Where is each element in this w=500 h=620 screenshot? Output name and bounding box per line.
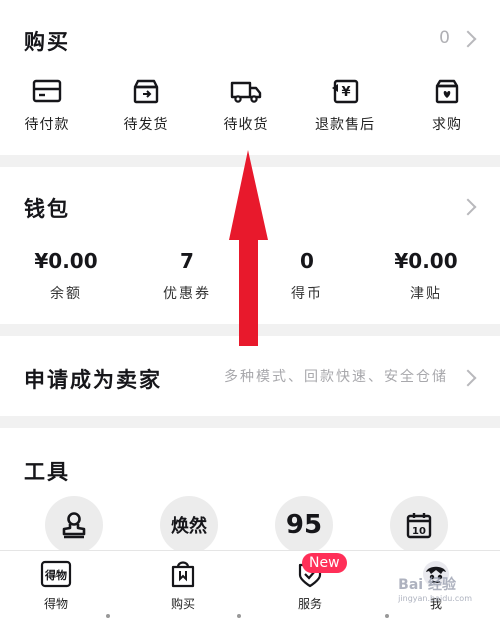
wallet-coins[interactable]: 0 得币 <box>257 249 357 303</box>
order-label: 待收货 <box>223 117 269 133</box>
tools-title: 工具 <box>24 460 70 484</box>
wallet-value: ¥0.00 <box>394 249 458 273</box>
wallet-allowance[interactable]: ¥0.00 津贴 <box>376 249 476 303</box>
tab-dewu[interactable]: 得物 得物 <box>16 559 96 612</box>
purchase-count[interactable]: 0 <box>439 28 450 48</box>
calendar-day: 10 <box>412 526 426 537</box>
order-label: 退款售后 <box>315 117 375 133</box>
tool-calendar[interactable]: 10 <box>390 496 448 554</box>
seller-card[interactable]: 申请成为卖家 多种模式、回款快速、安全仓储 <box>0 336 500 416</box>
tool-huanran-text: 焕然 <box>171 516 207 537</box>
refund-icon: ¥ <box>332 79 359 104</box>
stamp-icon <box>62 512 86 539</box>
order-pending-shipment[interactable]: 待发货 <box>101 78 191 134</box>
tool-95[interactable]: 95 <box>275 496 333 554</box>
watermark-sub: jingyan.baidu.com <box>398 594 472 603</box>
truck-icon <box>230 81 262 103</box>
nav-dot <box>106 614 110 618</box>
wallet-coupons[interactable]: 7 优惠券 <box>137 249 237 303</box>
wallet-label: 余额 <box>50 286 82 302</box>
card-icon <box>32 79 62 103</box>
shopping-bag-icon <box>171 561 195 588</box>
wallet-value: 0 <box>300 249 314 273</box>
tool-huanran[interactable]: 焕然 <box>160 496 218 554</box>
wallet-label: 津贴 <box>410 286 442 302</box>
order-wanted[interactable]: 求购 <box>402 78 492 134</box>
order-pending-receipt[interactable]: 待收货 <box>201 78 291 134</box>
nav-dot <box>385 614 389 618</box>
tab-label: 得物 <box>43 597 68 611</box>
dewu-logo-text: 得物 <box>44 568 67 582</box>
wallet-value: ¥0.00 <box>34 249 98 273</box>
heart-box-icon <box>435 79 459 104</box>
tool-stamp[interactable] <box>45 496 103 554</box>
new-badge: New <box>302 553 347 573</box>
order-label: 待发货 <box>123 117 169 133</box>
order-refund[interactable]: ¥ 退款售后 <box>300 78 390 134</box>
tab-label: 服务 <box>297 597 322 611</box>
tab-buy[interactable]: 购买 <box>143 559 223 612</box>
purchase-title: 购买 <box>24 30 70 54</box>
order-label: 待付款 <box>24 117 70 133</box>
wallet-value: 7 <box>180 249 194 273</box>
dewu-logo-icon: 得物 <box>40 560 72 588</box>
calendar-icon: 10 <box>406 513 432 539</box>
wallet-label: 得币 <box>291 286 323 302</box>
tool-95-text: 95 <box>285 510 323 540</box>
purchase-chevron-right-icon[interactable] <box>459 30 477 48</box>
purchase-card: 购买 0 待付款 待发货 待收货 ¥ 退款售后 求购 <box>0 0 500 155</box>
watermark-text: Bai 经验 <box>398 577 456 593</box>
order-label: 求购 <box>432 117 462 133</box>
wallet-title: 钱包 <box>24 197 70 221</box>
seller-title: 申请成为卖家 <box>24 368 162 392</box>
svg-text:¥: ¥ <box>341 85 350 100</box>
wallet-balance[interactable]: ¥0.00 余额 <box>16 249 116 303</box>
wallet-card: 钱包 ¥0.00 余额 7 优惠券 0 得币 ¥0.00 津贴 <box>0 167 500 324</box>
nav-dot <box>237 614 241 618</box>
box-icon <box>133 79 159 104</box>
seller-subtitle: 多种模式、回款快速、安全仓储 <box>224 369 448 385</box>
tab-label: 购买 <box>170 597 195 611</box>
seller-chevron-right-icon[interactable] <box>459 369 477 387</box>
wallet-chevron-right-icon[interactable] <box>459 198 477 216</box>
wallet-label: 优惠券 <box>163 286 211 302</box>
tools-card: 工具 焕然 95 10 <box>0 428 500 554</box>
order-pending-payment[interactable]: 待付款 <box>2 78 92 134</box>
watermark: Bai 经验 jingyan.baidu.com <box>398 574 472 603</box>
